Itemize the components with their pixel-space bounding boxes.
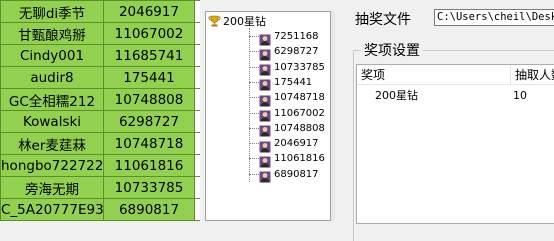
- winner-tree[interactable]: 200星钻 7251168 6298727 10733785 175441 107487…: [205, 11, 331, 221]
- cell-empty[interactable]: [194, 22, 200, 45]
- tree-root[interactable]: 200星钻: [208, 14, 266, 28]
- prize-row[interactable]: 200星钻 10: [357, 86, 554, 106]
- tree-node-winner[interactable]: 2046917: [249, 136, 319, 153]
- cell-user-id[interactable]: 10748808: [103, 88, 195, 111]
- tree-connector: [249, 127, 259, 129]
- cell-username[interactable]: 无聊di季节: [0, 0, 104, 23]
- cell-empty[interactable]: [194, 88, 200, 111]
- tree-node-winner[interactable]: 11061816: [249, 151, 325, 168]
- sheet-row: 旁海无期 10733785: [0, 176, 200, 199]
- prize-settings-label: 奖项设置: [361, 40, 423, 60]
- cell-user-id[interactable]: 10748718: [103, 132, 195, 155]
- sheet-row: hongbo722722 11061816: [0, 154, 200, 177]
- sheet-row: Cindy001 11685741: [0, 44, 200, 67]
- tree-connector: [249, 81, 259, 83]
- cell-username[interactable]: hongbo722722: [0, 154, 104, 177]
- trophy-icon: [208, 15, 221, 26]
- sheet-row: 林er麦莛菻 10748718: [0, 132, 200, 155]
- tree-node-winner[interactable]: 6890817: [249, 167, 319, 183]
- file-label: 抽奖文件: [355, 12, 411, 28]
- tree-root-label: 200星钻: [223, 15, 266, 28]
- cell-username[interactable]: C_5A20777E93: [0, 198, 104, 221]
- tree-node-label: 10748718: [274, 92, 325, 104]
- prize-name: 200星钻: [375, 89, 418, 102]
- tree-connector: [249, 51, 259, 53]
- cell-empty[interactable]: [194, 154, 200, 177]
- cell-username[interactable]: 旁海无期: [0, 176, 104, 199]
- tree-node-winner[interactable]: 10748808: [249, 121, 325, 137]
- user-avatar-icon: [259, 61, 271, 76]
- tree-node-label: 6890817: [274, 168, 319, 180]
- cell-empty[interactable]: [194, 198, 200, 221]
- cell-empty[interactable]: [194, 44, 200, 67]
- tree-node-label: 7251168: [274, 31, 319, 42]
- user-avatar-icon: [259, 122, 271, 137]
- cell-user-id[interactable]: 175441: [103, 66, 195, 89]
- sheet-row: Kowalski 6298727: [0, 110, 200, 133]
- prize-list[interactable]: 奖项 抽取人数 200星钻 10: [356, 64, 554, 224]
- cell-user-id[interactable]: 6298727: [103, 110, 195, 133]
- tree-node-winner[interactable]: 10748718: [249, 90, 325, 107]
- cell-username[interactable]: 林er麦莛菻: [0, 132, 104, 155]
- file-path-input[interactable]: C:\Users\cheil\Deskt: [434, 9, 554, 26]
- tree-node-winner[interactable]: 6298727: [249, 44, 319, 61]
- tree-connector: [249, 97, 259, 99]
- cell-username[interactable]: GC全相糯212: [0, 88, 104, 111]
- cell-username[interactable]: Cindy001: [0, 44, 104, 67]
- cell-empty[interactable]: [194, 0, 200, 23]
- user-avatar-icon: [259, 168, 271, 183]
- settings-panel: 抽奖文件 C:\Users\cheil\Deskt 奖项设置 奖项 抽取人数 2…: [338, 0, 554, 241]
- tree-node-label: 6298727: [274, 46, 319, 58]
- column-header-count[interactable]: 抽取人数: [511, 65, 554, 85]
- tree-node-label: 10748808: [274, 122, 325, 134]
- tree-node-label: 2046917: [274, 138, 319, 150]
- tree-node-winner[interactable]: 10733785: [249, 60, 325, 76]
- sheet-row: 甘甄酿鸡掰 11067002: [0, 22, 200, 45]
- tree-node-label: 11067002: [274, 107, 325, 119]
- cell-user-id[interactable]: 6890817: [103, 198, 195, 221]
- cell-user-id[interactable]: 11685741: [103, 44, 195, 67]
- user-avatar-icon: [259, 92, 271, 107]
- cell-user-id[interactable]: 11067002: [103, 22, 195, 45]
- cell-empty[interactable]: [194, 132, 200, 155]
- tree-node-winner[interactable]: 11067002: [249, 106, 325, 122]
- tree-node-winner[interactable]: 7251168: [249, 29, 319, 45]
- user-avatar-icon: [259, 153, 271, 168]
- tree-connector: [249, 66, 259, 68]
- user-avatar-icon: [259, 76, 271, 91]
- tree-node-winner[interactable]: 175441: [249, 75, 313, 91]
- tree-connector: [249, 112, 259, 114]
- cell-user-id[interactable]: 11061816: [103, 154, 195, 177]
- cell-empty[interactable]: [194, 66, 200, 89]
- sheet-row: audir8 175441: [0, 66, 200, 89]
- column-header-prize[interactable]: 奖项: [357, 65, 511, 85]
- cell-user-id[interactable]: 10733785: [103, 176, 195, 199]
- user-avatar-icon: [259, 46, 271, 61]
- tree-connector: [249, 158, 259, 160]
- user-avatar-icon: [259, 107, 271, 122]
- sheet-row: GC全相糯212 10748808: [0, 88, 200, 111]
- prize-count: 10: [513, 89, 527, 102]
- tree-connector: [249, 36, 259, 37]
- sheet-row: 无聊di季节 2046917: [0, 0, 200, 23]
- tree-node-label: 10733785: [274, 61, 325, 73]
- tree-scrollbar[interactable]: [331, 11, 335, 221]
- user-avatar-icon: [259, 138, 271, 153]
- spreadsheet: 无聊di季节 2046917 甘甄酿鸡掰 11067002 Cindy001 116857…: [0, 0, 200, 221]
- cell-user-id[interactable]: 2046917: [103, 0, 195, 23]
- cell-empty[interactable]: [194, 176, 200, 199]
- spreadsheet-table: 无聊di季节 2046917 甘甄酿鸡掰 11067002 Cindy001 116857…: [0, 0, 200, 221]
- cell-username[interactable]: Kowalski: [0, 110, 104, 133]
- tree-node-label: 11061816: [274, 153, 325, 165]
- tree-connector: [249, 143, 259, 145]
- prize-list-header: 奖项 抽取人数: [357, 65, 554, 85]
- cell-username[interactable]: 甘甄酿鸡掰: [0, 22, 104, 45]
- tree-node-label: 175441: [274, 76, 313, 88]
- user-avatar-icon: [259, 31, 271, 45]
- cell-username[interactable]: audir8: [0, 66, 104, 89]
- tree-connector: [249, 173, 259, 175]
- sheet-row: C_5A20777E93 6890817: [0, 198, 200, 221]
- cell-empty[interactable]: [194, 110, 200, 133]
